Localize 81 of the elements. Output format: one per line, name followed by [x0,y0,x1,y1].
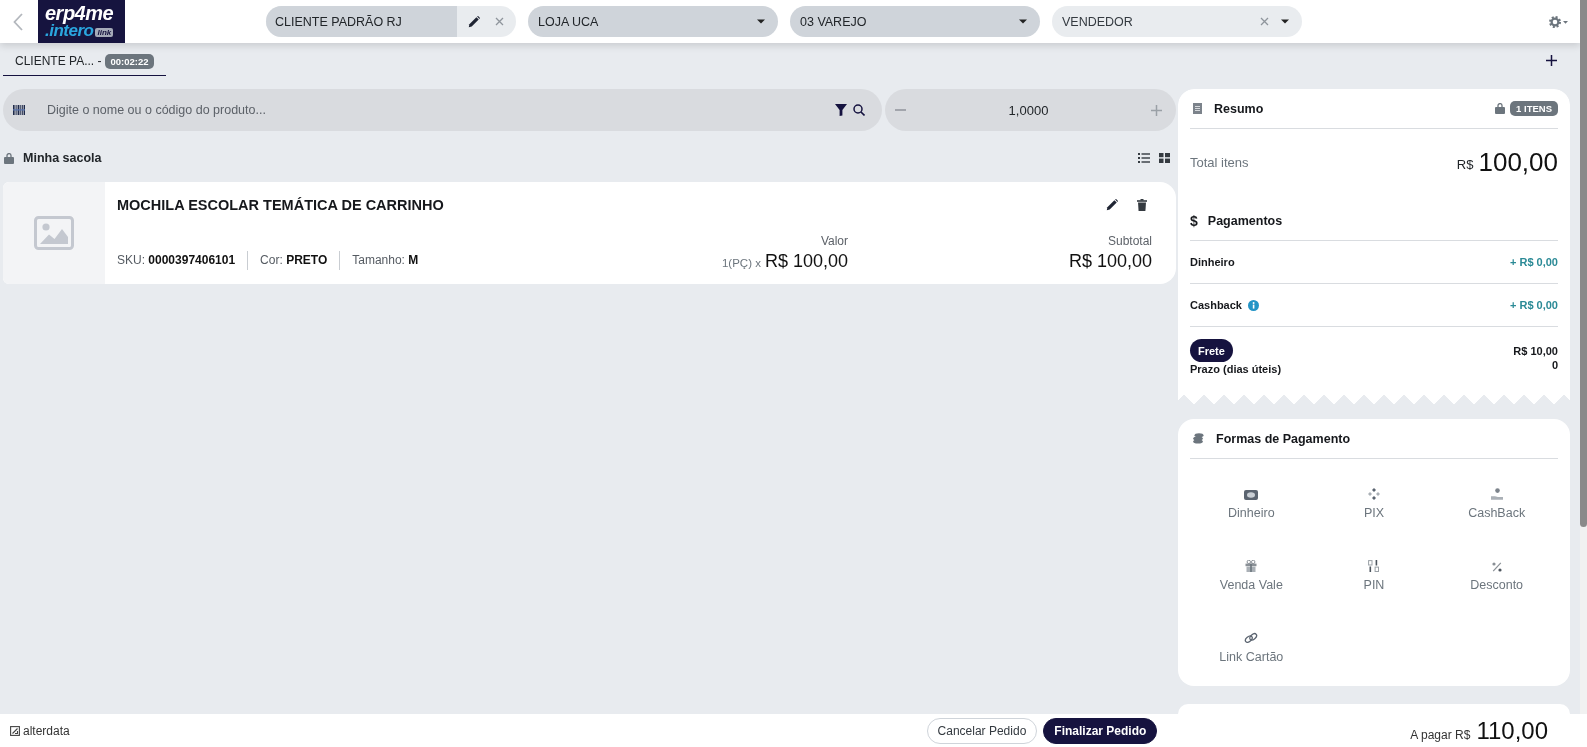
banknote-icon [1244,490,1259,500]
grid-icon[interactable] [1159,153,1170,163]
timer-badge: 00:02:22 [105,53,154,69]
payment-method-button[interactable]: PIX [1312,484,1436,520]
payment-method-button[interactable]: Desconto [1435,556,1558,592]
bag-title: Minha sacola [23,151,102,165]
info-icon[interactable] [1248,299,1259,311]
barcode-icon [13,105,25,115]
digits-icon [1368,560,1380,572]
term-value: 0 [1551,359,1558,371]
scrollbar-thumb[interactable] [1580,0,1587,527]
list-icon[interactable] [1138,153,1150,163]
payment-methods-title: Formas de Pagamento [1216,431,1351,446]
search-input[interactable]: Digite o nome ou o código do produto... [47,103,835,117]
product-attribute: Tamanho: M [339,251,431,270]
payment-amount: + R$ 0,00 [1510,299,1558,311]
payment-label: Dinheiro [1190,256,1235,268]
close-icon[interactable] [495,17,504,26]
bag-icon [1495,103,1506,114]
payment-method-button[interactable]: PIN [1312,556,1436,592]
receipt-icon [1193,103,1202,114]
pencil-icon[interactable] [468,15,480,28]
image-icon [34,216,74,250]
cancel-button[interactable]: Cancelar Pedido [926,717,1038,744]
tab[interactable]: CLIENTE PA... - 00:02:22 [3,47,166,76]
payment-method-button[interactable]: Dinheiro [1190,484,1313,520]
trash-icon[interactable] [1137,199,1147,211]
gift-icon [1245,560,1258,572]
filter-icon[interactable] [835,104,847,116]
quantity-input[interactable]: 1,0000 [906,102,1151,118]
dropdown[interactable]: VENDEDOR [1052,6,1302,37]
currency-label: R$ [1456,157,1474,172]
unit-price: R$ 100,00 [764,251,848,272]
link-icon [1244,632,1259,644]
dollar-icon: $ [1190,212,1198,229]
item-count-badge: 1 ITENS [1510,101,1558,116]
quantity-text: 1(PÇ) x [721,257,761,269]
logo-tag: link [95,27,114,37]
due-amount: 110,00 [1476,716,1548,745]
search-icon[interactable] [853,104,865,116]
shipping-button[interactable]: Frete [1190,339,1233,362]
payment-method-button[interactable]: Link Cartão [1190,628,1313,664]
logo-icon [10,725,20,736]
client-field[interactable]: CLIENTE PADRÃO RJ [266,6,457,37]
price-label: Valor [819,234,848,248]
dropdown[interactable]: 03 VAREJO [790,6,1040,37]
finish-button[interactable]: Finalizar Pedido [1043,717,1158,744]
payment-method-button[interactable]: Venda Vale [1190,556,1313,592]
payments-title: Pagamentos [1207,213,1283,228]
subtotal-value: R$ 100,00 [1068,251,1152,272]
total-label: Total itens [1190,154,1250,170]
total-value: 100,00 [1478,146,1558,178]
percent-icon [1491,562,1502,572]
shipping-amount: R$ 10,00 [1513,344,1558,357]
caret-icon [1281,19,1289,24]
product-name: MOCHILA ESCOLAR TEMÁTICA DE CARRINHO [117,197,444,213]
diamond-icon [1368,488,1380,500]
scrollbar[interactable] [1580,0,1587,714]
summary-title: Resumo [1214,101,1264,116]
payment-label: Cashback [1190,299,1242,311]
close-icon[interactable] [1260,17,1269,26]
product-attribute: SKU: 0000397406101 [117,252,237,269]
settings-icon[interactable] [1549,15,1569,28]
brand-text: alterdata [23,723,70,738]
caret-icon [757,19,765,24]
plus-icon[interactable] [1546,55,1557,66]
coins-icon [1193,433,1204,444]
search-field[interactable]: Digite o nome ou o código do produto... [3,89,882,131]
quantity-field[interactable]: 1,0000 [885,89,1176,131]
due-label: A pagar R$ [1410,727,1471,742]
pencil-icon[interactable] [1106,199,1118,211]
dropdown[interactable]: LOJA UCA [528,6,778,37]
term-label: Prazo (dias úteis) [1190,363,1282,375]
payment-amount: + R$ 0,00 [1510,256,1558,268]
product-attribute: Cor: PRETO [247,251,340,270]
caret-icon [1019,19,1027,24]
bag-icon [4,152,14,164]
logo-text: erp4me [45,3,115,22]
payment-method-button[interactable]: CashBack [1435,484,1558,520]
subtotal-label: Subtotal [1107,234,1152,248]
hand-coin-icon [1490,488,1503,500]
